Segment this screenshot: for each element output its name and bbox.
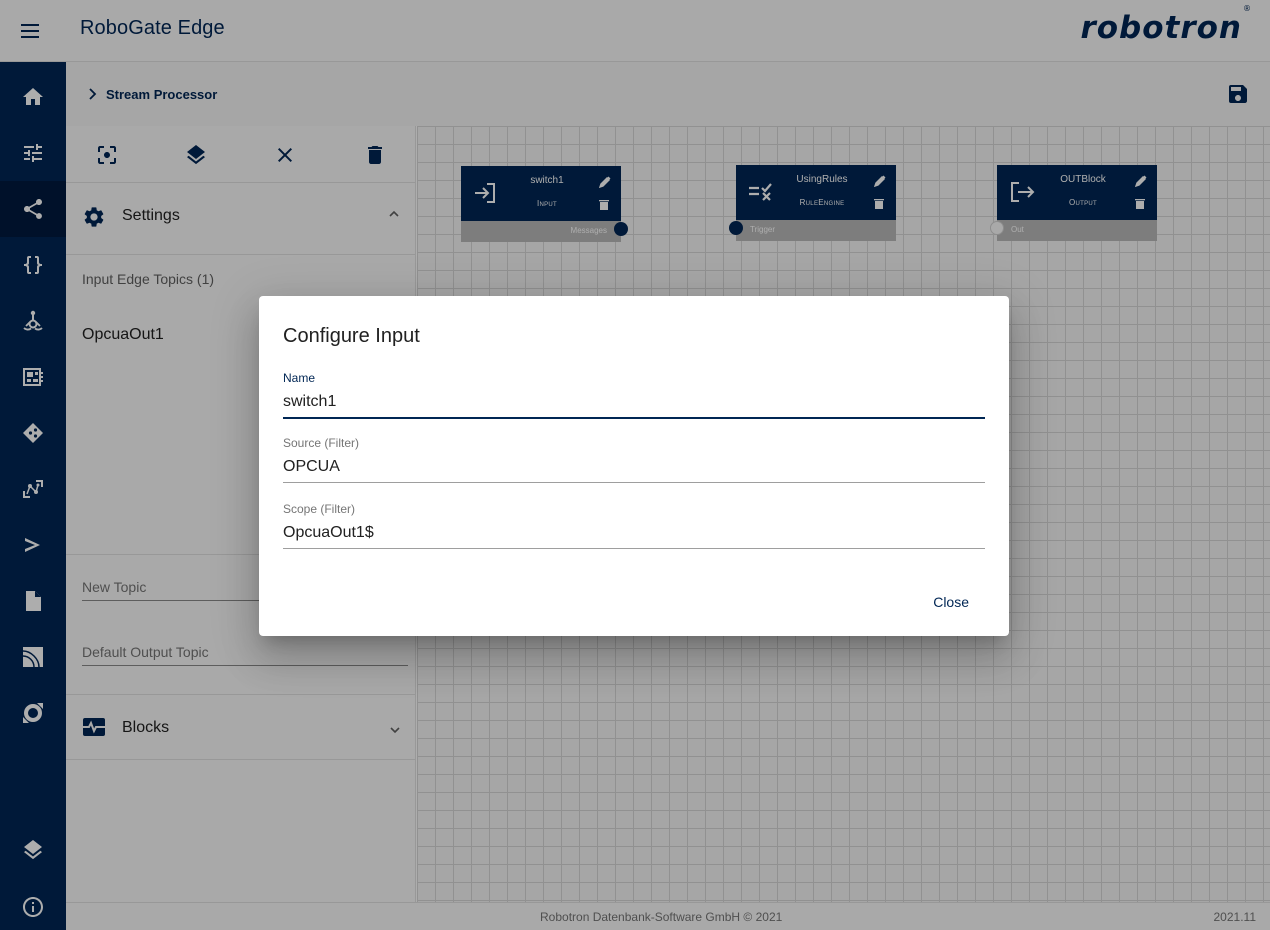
scope-filter-field[interactable]: Scope (Filter) OpcuaOut1$ bbox=[283, 502, 985, 549]
source-filter-input[interactable]: OPCUA bbox=[283, 452, 985, 478]
close-button[interactable]: Close bbox=[917, 584, 985, 620]
scope-filter-label: Scope (Filter) bbox=[283, 502, 356, 516]
source-filter-label: Source (Filter) bbox=[283, 436, 360, 450]
name-field[interactable]: Name switch1 bbox=[283, 371, 985, 419]
name-underline bbox=[283, 417, 985, 419]
scope-filter-underline bbox=[283, 548, 985, 549]
configure-input-dialog: Configure Input Name switch1 Source (Fil… bbox=[259, 296, 1009, 636]
scope-filter-input[interactable]: OpcuaOut1$ bbox=[283, 518, 985, 544]
name-input[interactable]: switch1 bbox=[283, 387, 985, 413]
source-filter-field[interactable]: Source (Filter) OPCUA bbox=[283, 436, 985, 483]
dialog-title: Configure Input bbox=[283, 325, 420, 347]
source-filter-underline bbox=[283, 482, 985, 483]
name-label: Name bbox=[283, 371, 316, 385]
